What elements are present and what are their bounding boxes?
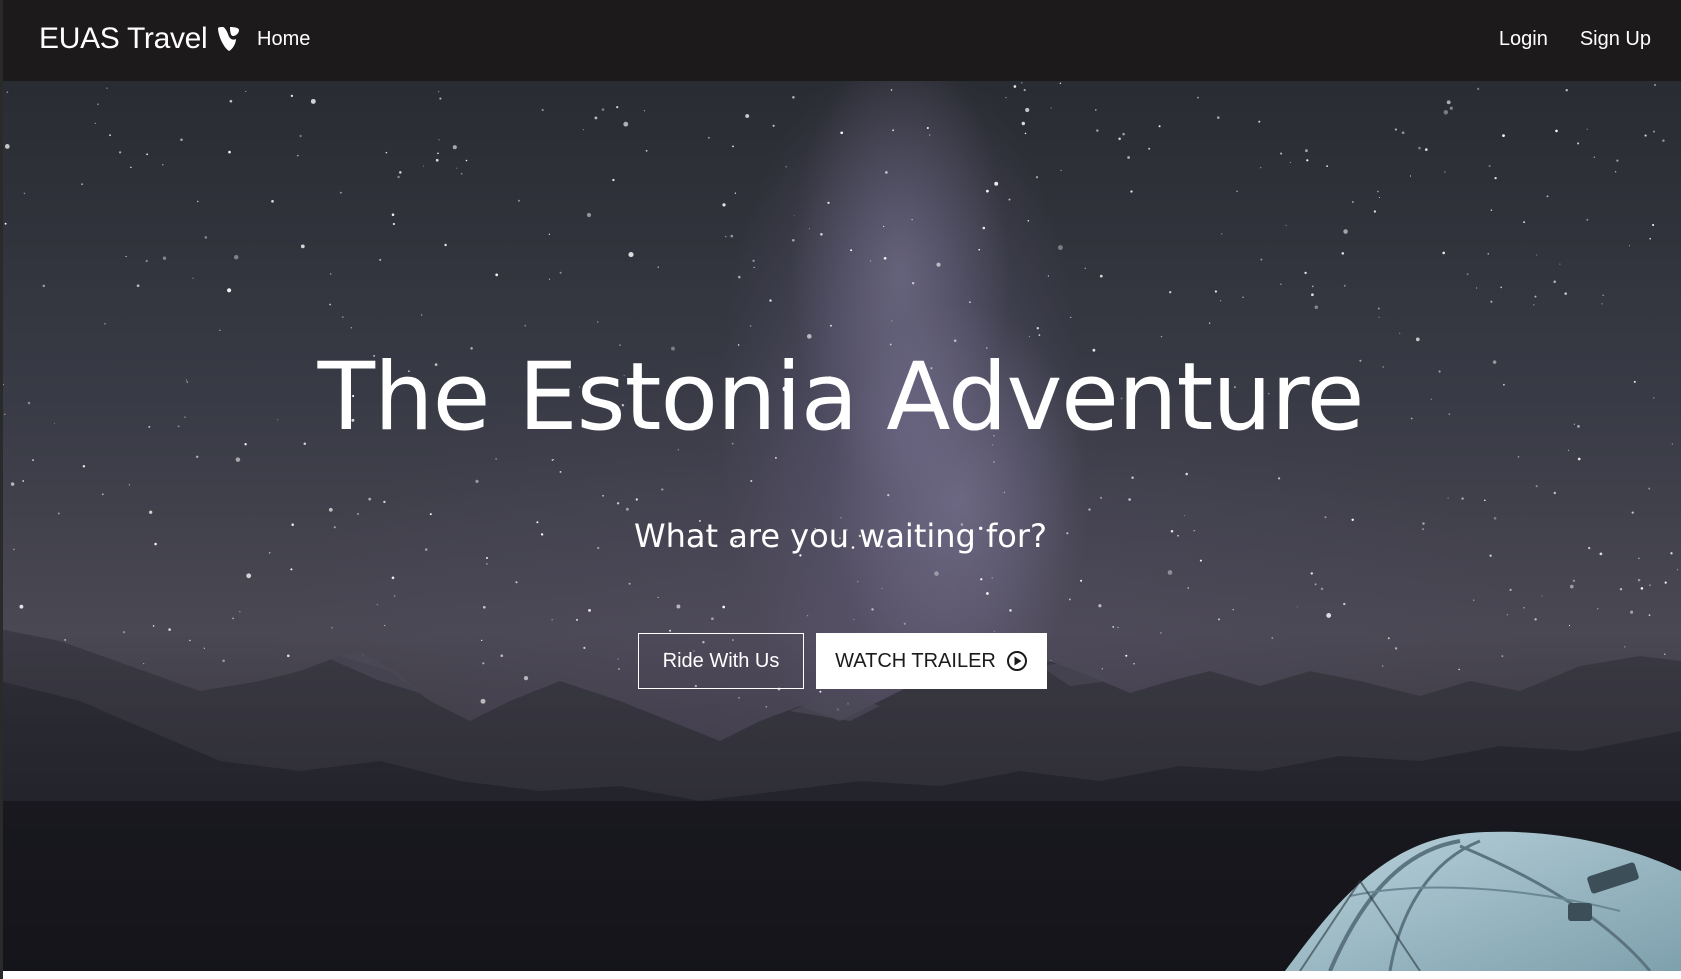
- watch-trailer-label: WATCH TRAILER: [835, 649, 996, 672]
- window-edge: [0, 0, 3, 979]
- hero-buttons: Ride With Us WATCH TRAILER: [638, 633, 1047, 689]
- play-circle-icon: [1006, 651, 1027, 671]
- brand-link[interactable]: EUAS Travel: [39, 22, 241, 56]
- ride-with-us-button[interactable]: Ride With Us: [638, 633, 804, 689]
- hero-section: The Estonia Adventure What are you waiti…: [0, 81, 1681, 971]
- nav-signup-link[interactable]: Sign Up: [1580, 28, 1651, 51]
- ride-with-us-label: Ride With Us: [662, 649, 780, 672]
- top-navbar: EUAS Travel Home Login Sign Up: [0, 0, 1681, 81]
- hero-title: The Estonia Adventure: [317, 343, 1365, 452]
- page: EUAS Travel Home Login Sign Up The Eston…: [0, 0, 1681, 979]
- brand-name: EUAS Travel: [39, 22, 208, 55]
- nav-login-link[interactable]: Login: [1499, 28, 1548, 51]
- watch-trailer-button[interactable]: WATCH TRAILER: [816, 633, 1047, 689]
- nav-auth-links: Login Sign Up: [1499, 28, 1651, 51]
- nav-home-link[interactable]: Home: [257, 28, 310, 51]
- hero-subtitle: What are you waiting for?: [634, 517, 1047, 555]
- typo3-logo-icon: [218, 27, 240, 51]
